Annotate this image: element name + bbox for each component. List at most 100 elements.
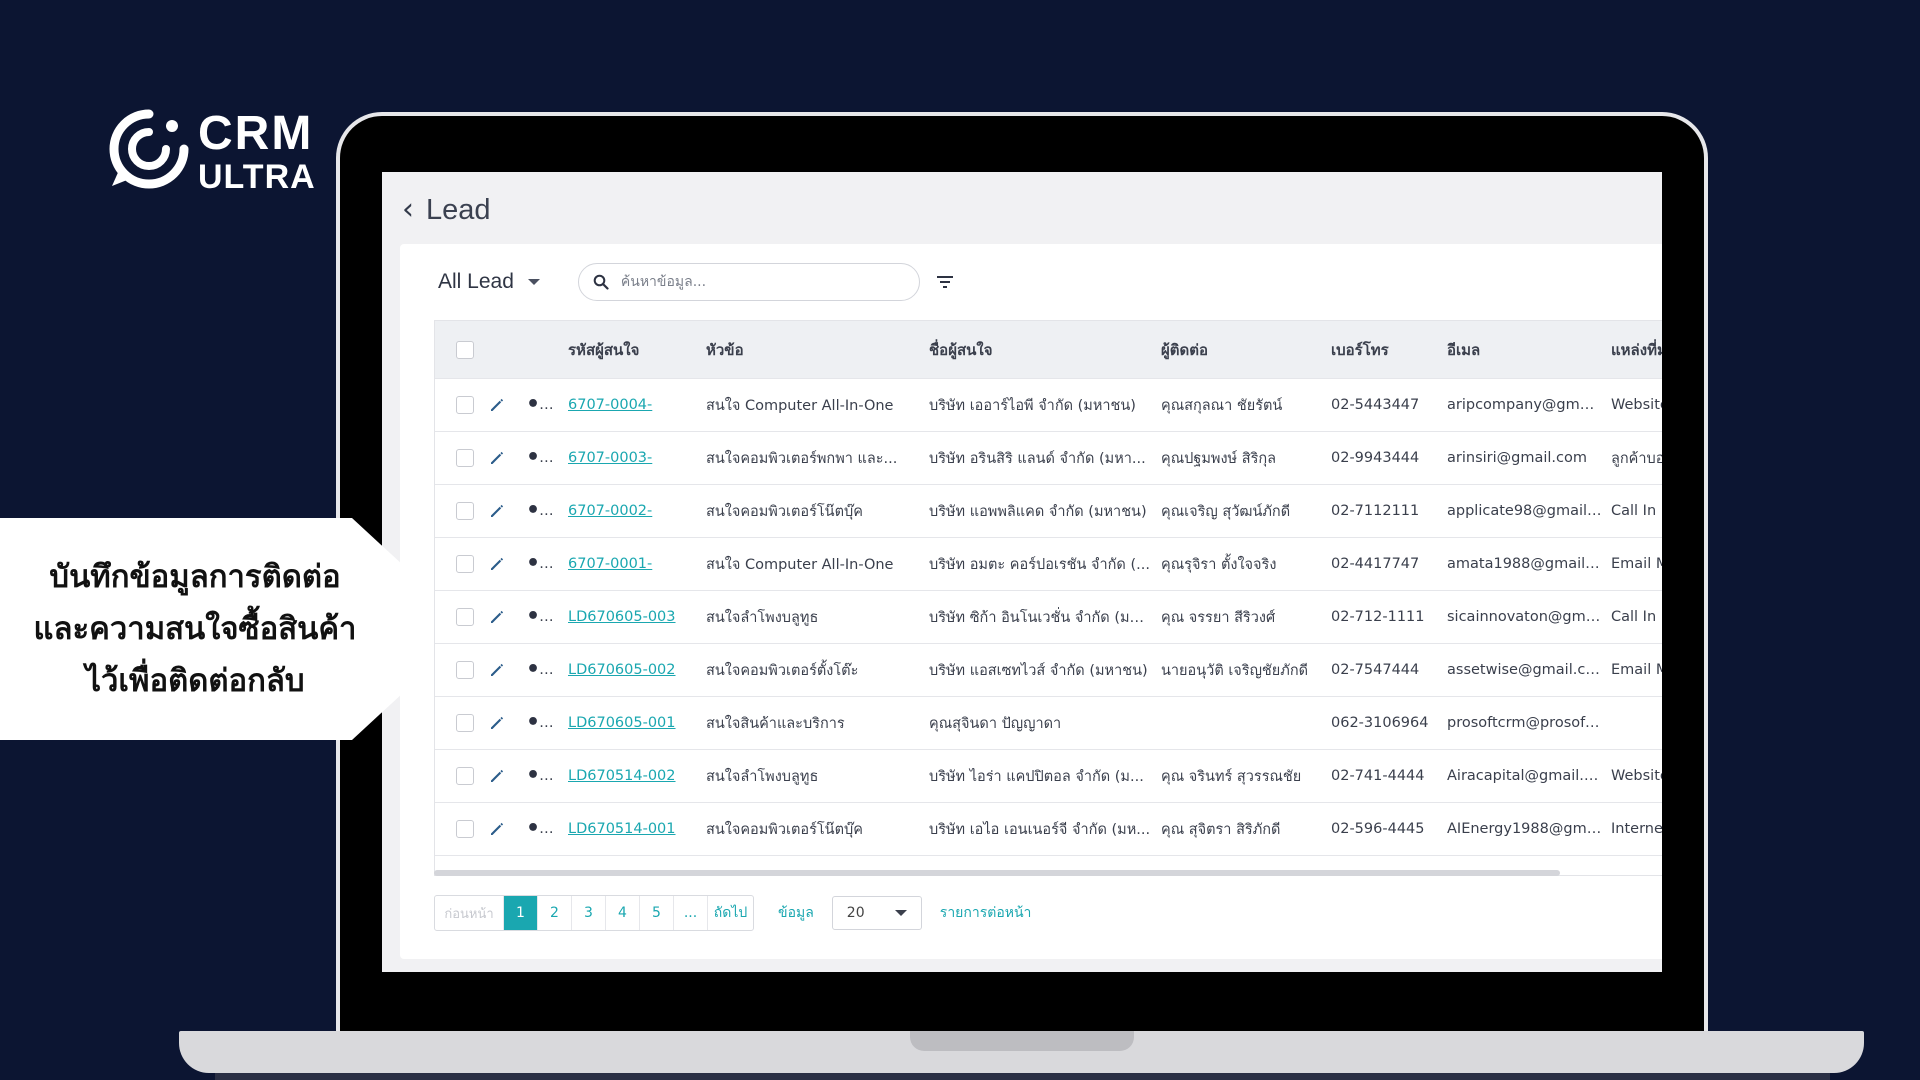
row-checkbox[interactable] bbox=[456, 449, 474, 467]
row-checkbox[interactable] bbox=[456, 396, 474, 414]
select-all-cell bbox=[435, 321, 487, 379]
cell-lead-id[interactable]: 6707-0001- bbox=[568, 556, 652, 572]
header-email[interactable]: อีเมล bbox=[1446, 321, 1610, 379]
cell-phone: 02-741-4444 bbox=[1331, 768, 1425, 784]
cell-source: Email Marketing bbox=[1611, 662, 1662, 678]
more-options-icon[interactable]: ••• bbox=[526, 710, 566, 735]
cell-source: Internet bbox=[1611, 821, 1662, 837]
edit-pencil-icon[interactable] bbox=[488, 396, 506, 414]
lead-table-container: รหัสผู้สนใจ หัวข้อ ชื่อผู้สนใจ ผู้ติดต่อ… bbox=[434, 320, 1662, 876]
pagination-buttons: ก่อนหน้า 1 2 3 4 5 ... ถัดไป bbox=[434, 895, 754, 931]
cell-topic: สนใจคอมพิวเตอร์โน๊ตบุ๊ค bbox=[706, 821, 863, 838]
more-options-icon[interactable]: ••• bbox=[526, 498, 566, 523]
page-header: ‹ Lead bbox=[402, 190, 491, 230]
lead-view-dropdown[interactable]: All Lead bbox=[438, 270, 540, 294]
row-checkbox[interactable] bbox=[456, 820, 474, 838]
row-checkbox[interactable] bbox=[456, 714, 474, 732]
search-input[interactable] bbox=[618, 273, 893, 291]
cell-lead-id[interactable]: 6707-0002- bbox=[568, 503, 652, 519]
brand-line-1: CRM bbox=[198, 107, 314, 160]
cell-lead-name: บริษัท อมตะ คอร์ปอเรชัน จำกัด (... bbox=[929, 556, 1150, 573]
header-source[interactable]: แหล่งที่มา bbox=[1610, 321, 1662, 379]
cell-lead-id[interactable]: LD670514-001 bbox=[568, 821, 676, 837]
filter-icon[interactable] bbox=[934, 271, 956, 293]
cell-lead-id[interactable]: 6707-0004- bbox=[568, 397, 652, 413]
cell-email: aripcompany@gmail... bbox=[1447, 397, 1610, 413]
edit-pencil-icon[interactable] bbox=[488, 714, 506, 732]
horizontal-scrollbar[interactable] bbox=[434, 870, 1560, 876]
cell-lead-name: บริษัท ซิก้า อินโนเวชั่น จำกัด (มห... bbox=[929, 609, 1153, 626]
cell-topic: สนใจ Computer All-In-One bbox=[706, 556, 894, 573]
page-4-button[interactable]: 4 bbox=[605, 896, 639, 930]
table-row[interactable]: ••• 6707-0004- สนใจ Computer All-In-One บริ… bbox=[435, 378, 1662, 432]
cell-topic: สนใจคอมพิวเตอร์ตั้งโต๊ะ bbox=[706, 662, 859, 679]
cell-phone: 02-9943444 bbox=[1331, 450, 1420, 466]
cell-email: sicainnovaton@gmai... bbox=[1447, 609, 1610, 625]
table-row[interactable]: ••• 6707-0001- สนใจ Computer All-In-One บริ… bbox=[435, 537, 1662, 591]
cell-topic: สนใจลำโพงบลูทูธ bbox=[706, 609, 819, 626]
more-options-icon[interactable]: ••• bbox=[526, 657, 566, 682]
more-options-icon[interactable]: ••• bbox=[526, 816, 566, 841]
table-row[interactable]: ••• LD670605-001 สนใจสินค้าและบริการ คุณสุจ… bbox=[435, 696, 1662, 750]
cell-phone: 02-4417747 bbox=[1331, 556, 1420, 572]
page-2-button[interactable]: 2 bbox=[537, 896, 571, 930]
cell-lead-id[interactable]: LD670514-002 bbox=[568, 768, 676, 784]
row-checkbox[interactable] bbox=[456, 608, 474, 626]
caret-down-icon bbox=[527, 279, 540, 285]
cell-contact: คุณรุจิรา ตั้งใจจริง bbox=[1161, 556, 1277, 573]
cell-lead-id[interactable]: LD670605-001 bbox=[568, 715, 676, 731]
page-3-button[interactable]: 3 bbox=[571, 896, 605, 930]
page-1-button[interactable]: 1 bbox=[503, 896, 537, 930]
table-row[interactable]: ••• LD670605-002 สนใจคอมพิวเตอร์ตั้งโต๊ะ บร… bbox=[435, 643, 1662, 697]
cell-lead-name: บริษัท เอไอ เอนเนอร์จี จำกัด (มห... bbox=[929, 821, 1151, 838]
back-chevron-icon[interactable]: ‹ bbox=[402, 195, 414, 225]
row-checkbox[interactable] bbox=[456, 661, 474, 679]
header-contact[interactable]: ผู้ติดต่อ bbox=[1160, 321, 1330, 379]
cell-lead-id[interactable]: LD670605-002 bbox=[568, 662, 676, 678]
more-options-icon[interactable]: ••• bbox=[526, 763, 566, 788]
cell-source: Website bbox=[1611, 397, 1662, 413]
more-options-icon[interactable]: ••• bbox=[526, 445, 566, 470]
edit-pencil-icon[interactable] bbox=[488, 820, 506, 838]
cell-email: Airacapital@gmail.c... bbox=[1447, 768, 1606, 784]
row-checkbox[interactable] bbox=[456, 767, 474, 785]
edit-pencil-icon[interactable] bbox=[488, 661, 506, 679]
table-row[interactable]: ••• 6707-0003- สนใจคอมพิวเตอร์พกพา และ... บ… bbox=[435, 431, 1662, 485]
edit-pencil-icon[interactable] bbox=[488, 502, 506, 520]
table-row[interactable]: ••• LD670514-002 สนใจลำโพงบลูทูธ บริษัท ไอร… bbox=[435, 749, 1662, 803]
table-row[interactable]: ••• LD670605-003 สนใจลำโพงบลูทูธ บริษัท ซิก… bbox=[435, 590, 1662, 644]
page-size-select[interactable]: 20 bbox=[831, 896, 922, 930]
cell-contact: คุณสกุลณา ชัยรัตน์ bbox=[1161, 397, 1283, 414]
brand-wordmark: CRM ULTRA bbox=[198, 107, 316, 195]
select-all-checkbox[interactable] bbox=[456, 340, 474, 359]
cell-contact: นายอนุวัติ เจริญชัยภักดี bbox=[1161, 662, 1309, 679]
edit-pencil-icon[interactable] bbox=[488, 449, 506, 467]
row-checkbox[interactable] bbox=[456, 502, 474, 520]
edit-pencil-icon[interactable] bbox=[488, 555, 506, 573]
cell-lead-name: บริษัท ไอร่า แคปปิตอล จำกัด (ม... bbox=[929, 768, 1144, 785]
lead-view-label: All Lead bbox=[438, 270, 514, 293]
search-box[interactable] bbox=[577, 263, 920, 301]
per-page-label: รายการต่อหน้า bbox=[939, 905, 1032, 921]
table-row[interactable]: ••• 6707-0002- สนใจคอมพิวเตอร์โน๊ตบุ๊ค บริษ… bbox=[435, 484, 1662, 538]
edit-pencil-icon[interactable] bbox=[488, 767, 506, 785]
cell-source: Email Marketing bbox=[1611, 556, 1662, 572]
prev-page-button[interactable]: ก่อนหน้า bbox=[435, 896, 503, 930]
next-page-button[interactable]: ถัดไป bbox=[707, 896, 753, 930]
header-topic[interactable]: หัวข้อ bbox=[705, 321, 928, 379]
edit-pencil-icon[interactable] bbox=[488, 608, 506, 626]
page-5-button[interactable]: 5 bbox=[639, 896, 673, 930]
cell-lead-id[interactable]: LD670605-003 bbox=[568, 609, 676, 625]
header-lead-name[interactable]: ชื่อผู้สนใจ bbox=[928, 321, 1160, 379]
cell-contact: คุณปฐมพงษ์ สิริกุล bbox=[1161, 450, 1277, 467]
cell-lead-id[interactable]: 6707-0003- bbox=[568, 450, 652, 466]
more-options-icon[interactable]: ••• bbox=[526, 392, 566, 417]
header-phone[interactable]: เบอร์โทร bbox=[1330, 321, 1446, 379]
more-options-icon[interactable]: ••• bbox=[526, 604, 566, 629]
header-lead-id[interactable]: รหัสผู้สนใจ bbox=[567, 321, 705, 379]
callout-line-1: บันทึกข้อมูลการติดต่อ bbox=[49, 559, 341, 595]
row-checkbox[interactable] bbox=[456, 555, 474, 573]
table-row[interactable]: ••• LD670514-001 สนใจคอมพิวเตอร์โน๊ตบุ๊ค บร… bbox=[435, 802, 1662, 856]
more-options-icon[interactable]: ••• bbox=[526, 551, 566, 576]
rows-label: ข้อมูล bbox=[778, 905, 814, 921]
